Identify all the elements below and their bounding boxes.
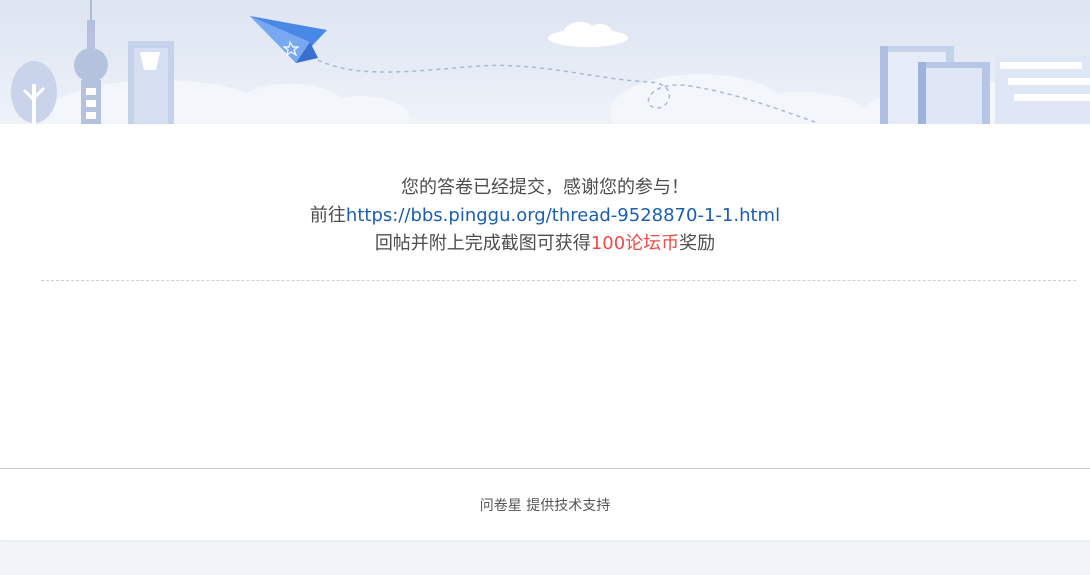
cloud-icon	[548, 22, 628, 47]
books-icon	[880, 46, 1090, 124]
footer: 问卷星 提供技术支持	[0, 495, 1090, 515]
reward-line: 回帖并附上完成截图可获得100论坛币奖励	[0, 230, 1090, 258]
skyscraper-icon	[128, 41, 174, 124]
reward-prefix: 回帖并附上完成截图可获得	[374, 233, 591, 254]
reward-amount: 100论坛币	[590, 233, 680, 254]
go-to-label: 前往	[309, 205, 346, 226]
thank-you-text: 您的答卷已经提交，感谢您的参与！	[401, 177, 689, 198]
result-card: 您的答卷已经提交，感谢您的参与！ 前往https://bbs.pinggu.or…	[0, 124, 1090, 540]
reward-suffix: 奖励	[679, 233, 716, 254]
banner-illustration	[11, 0, 1090, 124]
header-banner	[0, 0, 1090, 124]
wenjuanxing-link[interactable]: 问卷星	[480, 498, 522, 514]
submission-message: 您的答卷已经提交，感谢您的参与！ 前往https://bbs.pinggu.or…	[0, 174, 1090, 258]
tech-support-text: 提供技术支持	[526, 498, 611, 514]
dashed-divider	[41, 280, 1076, 281]
footer-divider	[0, 468, 1090, 469]
thread-link-line: 前往https://bbs.pinggu.org/thread-9528870-…	[0, 202, 1090, 230]
thread-link[interactable]: https://bbs.pinggu.org/thread-9528870-1-…	[346, 205, 780, 226]
